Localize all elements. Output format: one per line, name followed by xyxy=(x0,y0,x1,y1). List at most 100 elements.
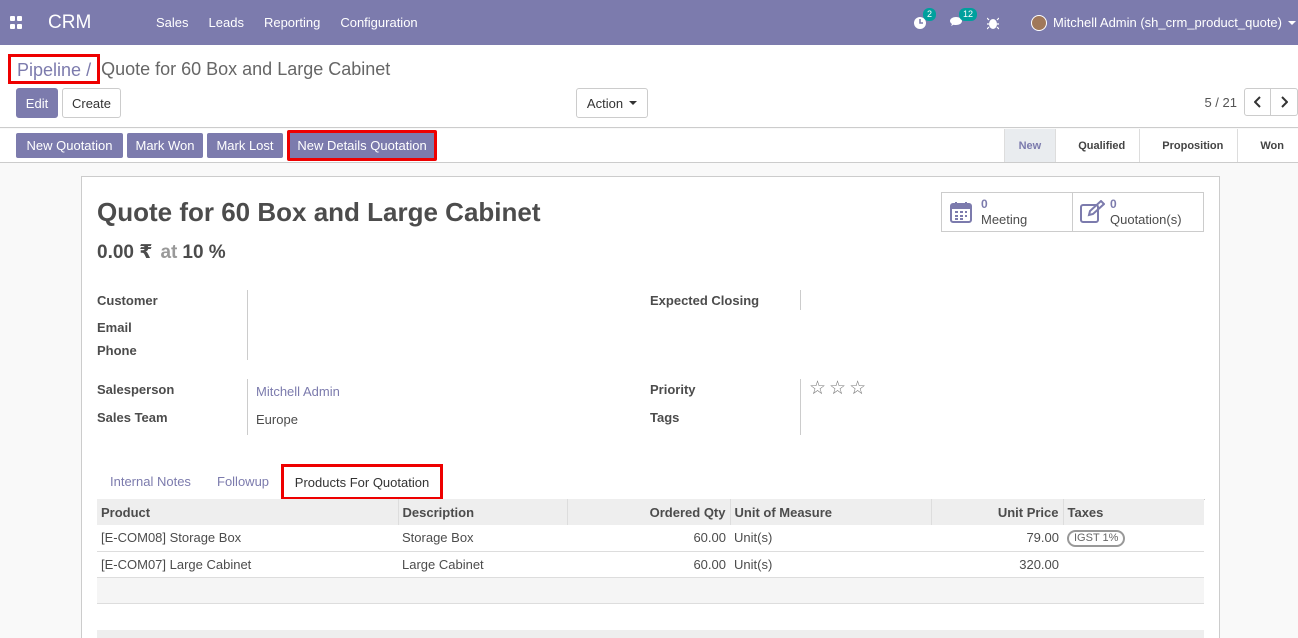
quotation-count: 0 xyxy=(1110,197,1117,211)
quotation-label: Quotation(s) xyxy=(1110,212,1182,227)
action-label: Action xyxy=(586,95,624,111)
notebook-tabs: Internal Notes Followup Products For Quo… xyxy=(97,464,1205,500)
col-taxes[interactable]: Taxes xyxy=(1063,499,1204,525)
probability-value: 10 % xyxy=(182,242,226,263)
menu-reporting[interactable]: Reporting xyxy=(264,15,320,30)
expected-closing-label: Expected Closing xyxy=(650,293,760,308)
mark-lost-button[interactable]: Mark Lost xyxy=(207,133,283,158)
caret-down-icon xyxy=(629,101,638,105)
stage-new[interactable]: New xyxy=(1003,129,1056,162)
breadcrumb-pipeline[interactable]: Pipeline / xyxy=(8,54,101,84)
bug-icon xyxy=(986,17,999,29)
meeting-smart-button[interactable]: 0 Meeting xyxy=(941,192,1073,232)
create-button[interactable]: Create xyxy=(62,88,121,118)
activity-count-badge: 2 xyxy=(922,7,936,21)
table-footer xyxy=(97,630,1204,638)
uom-cell: Unit(s) xyxy=(730,551,931,578)
stage-pipeline: New Qualified Proposition Won xyxy=(1003,129,1298,162)
control-panel: Pipeline / Quote for 60 Box and Large Ca… xyxy=(0,45,1298,128)
main-menu: Sales Leads Reporting Configuration xyxy=(156,15,438,30)
empty-row xyxy=(97,577,1204,604)
edit-button[interactable]: Edit xyxy=(16,88,58,118)
col-description[interactable]: Description xyxy=(398,499,568,525)
table-row[interactable]: [E-COM07] Large Cabinet Large Cabinet 60… xyxy=(97,551,1204,578)
customer-label: Customer xyxy=(97,293,158,308)
calendar-icon xyxy=(950,202,972,223)
chevron-down-icon xyxy=(1288,20,1296,25)
field-divider xyxy=(247,379,248,435)
field-divider xyxy=(800,379,801,435)
breadcrumb-current: Quote for 60 Box and Large Cabinet xyxy=(101,58,391,79)
menu-sales[interactable]: Sales xyxy=(156,15,189,30)
pager: 5 / 21 xyxy=(1204,88,1298,116)
description-cell: Large Cabinet xyxy=(398,551,567,578)
uom-cell: Unit(s) xyxy=(730,525,931,552)
col-unit-of-measure[interactable]: Unit of Measure xyxy=(730,499,932,525)
user-menu[interactable]: Mitchell Admin (sh_crm_product_quote) xyxy=(1030,14,1296,31)
salesperson-value[interactable]: Mitchell Admin xyxy=(256,384,340,399)
stage-won[interactable]: Won xyxy=(1237,129,1298,162)
breadcrumb: Pipeline / Quote for 60 Box and Large Ca… xyxy=(8,54,390,84)
star-icon[interactable]: ☆ xyxy=(849,379,866,398)
priority-stars: ☆ ☆ ☆ xyxy=(809,379,869,398)
col-ordered-qty[interactable]: Ordered Qty xyxy=(567,499,731,525)
col-unit-price[interactable]: Unit Price xyxy=(931,499,1064,525)
qty-cell: 60.00 xyxy=(567,525,730,552)
new-details-quotation-button[interactable]: New Details Quotation xyxy=(287,130,437,161)
email-label: Email xyxy=(97,320,132,335)
new-quotation-button[interactable]: New Quotation xyxy=(16,133,123,158)
edit-icon xyxy=(1080,200,1105,223)
menu-configuration[interactable]: Configuration xyxy=(340,15,417,30)
sales-team-label: Sales Team xyxy=(97,410,168,425)
user-name: Mitchell Admin (sh_crm_product_quote) xyxy=(1052,15,1282,30)
app-brand[interactable]: CRM xyxy=(48,12,148,34)
statusbar: New Quotation Mark Won Mark Lost New Det… xyxy=(0,129,1298,163)
form-sheet: Quote for 60 Box and Large Cabinet 0.00 … xyxy=(81,176,1220,638)
taxes-cell xyxy=(1063,551,1204,578)
activity-menu[interactable]: 2 xyxy=(913,7,936,30)
stage-qualified[interactable]: Qualified xyxy=(1055,129,1139,162)
mark-won-button[interactable]: Mark Won xyxy=(127,133,203,158)
record-title: Quote for 60 Box and Large Cabinet xyxy=(97,197,541,227)
tab-internal-notes[interactable]: Internal Notes xyxy=(110,474,191,489)
description-cell: Storage Box xyxy=(398,525,567,552)
avatar xyxy=(1030,14,1047,31)
tags-label: Tags xyxy=(650,410,680,425)
tax-tag: IGST 1% xyxy=(1067,529,1126,547)
phone-label: Phone xyxy=(97,343,137,358)
stage-proposition[interactable]: Proposition xyxy=(1139,129,1237,162)
action-dropdown[interactable]: Action xyxy=(576,88,648,118)
systray: 2 12 Mitchell Admin (sh_crm_product_quot… xyxy=(913,0,1298,45)
message-count-badge: 12 xyxy=(958,7,977,21)
product-cell: [E-COM08] Storage Box xyxy=(97,525,398,552)
tab-followup[interactable]: Followup xyxy=(217,474,269,489)
chevron-left-icon xyxy=(1253,96,1261,108)
pager-previous-button[interactable] xyxy=(1244,88,1271,116)
debug-menu[interactable] xyxy=(986,16,999,30)
star-icon[interactable]: ☆ xyxy=(809,379,826,398)
revenue-value: 0.00 ₹ xyxy=(97,242,153,263)
pager-value[interactable]: 5 / 21 xyxy=(1204,95,1237,110)
messaging-menu[interactable]: 12 xyxy=(949,7,977,30)
col-product[interactable]: Product xyxy=(97,499,399,525)
star-icon[interactable]: ☆ xyxy=(829,379,846,398)
field-divider xyxy=(800,290,801,310)
chevron-right-icon xyxy=(1281,96,1288,108)
apps-menu-icon[interactable] xyxy=(10,15,24,30)
pager-next-button[interactable] xyxy=(1271,88,1298,116)
tab-products-for-quotation[interactable]: Products For Quotation xyxy=(281,464,443,500)
field-divider xyxy=(247,290,248,360)
meeting-count: 0 xyxy=(981,197,988,211)
top-navbar: CRM Sales Leads Reporting Configuration … xyxy=(0,0,1298,45)
products-table: Product Description Ordered Qty Unit of … xyxy=(97,499,1204,604)
table-row[interactable]: [E-COM08] Storage Box Storage Box 60.00 … xyxy=(97,525,1204,552)
qty-cell: 60.00 xyxy=(567,551,730,578)
salesperson-label: Salesperson xyxy=(97,382,175,397)
at-label: at xyxy=(160,242,178,263)
price-cell: 320.00 xyxy=(931,551,1063,578)
priority-label: Priority xyxy=(650,382,696,397)
taxes-cell: IGST 1% xyxy=(1063,525,1204,552)
sales-team-value[interactable]: Europe xyxy=(256,412,298,427)
menu-leads[interactable]: Leads xyxy=(209,15,244,30)
quotations-smart-button[interactable]: 0 Quotation(s) xyxy=(1072,192,1204,232)
